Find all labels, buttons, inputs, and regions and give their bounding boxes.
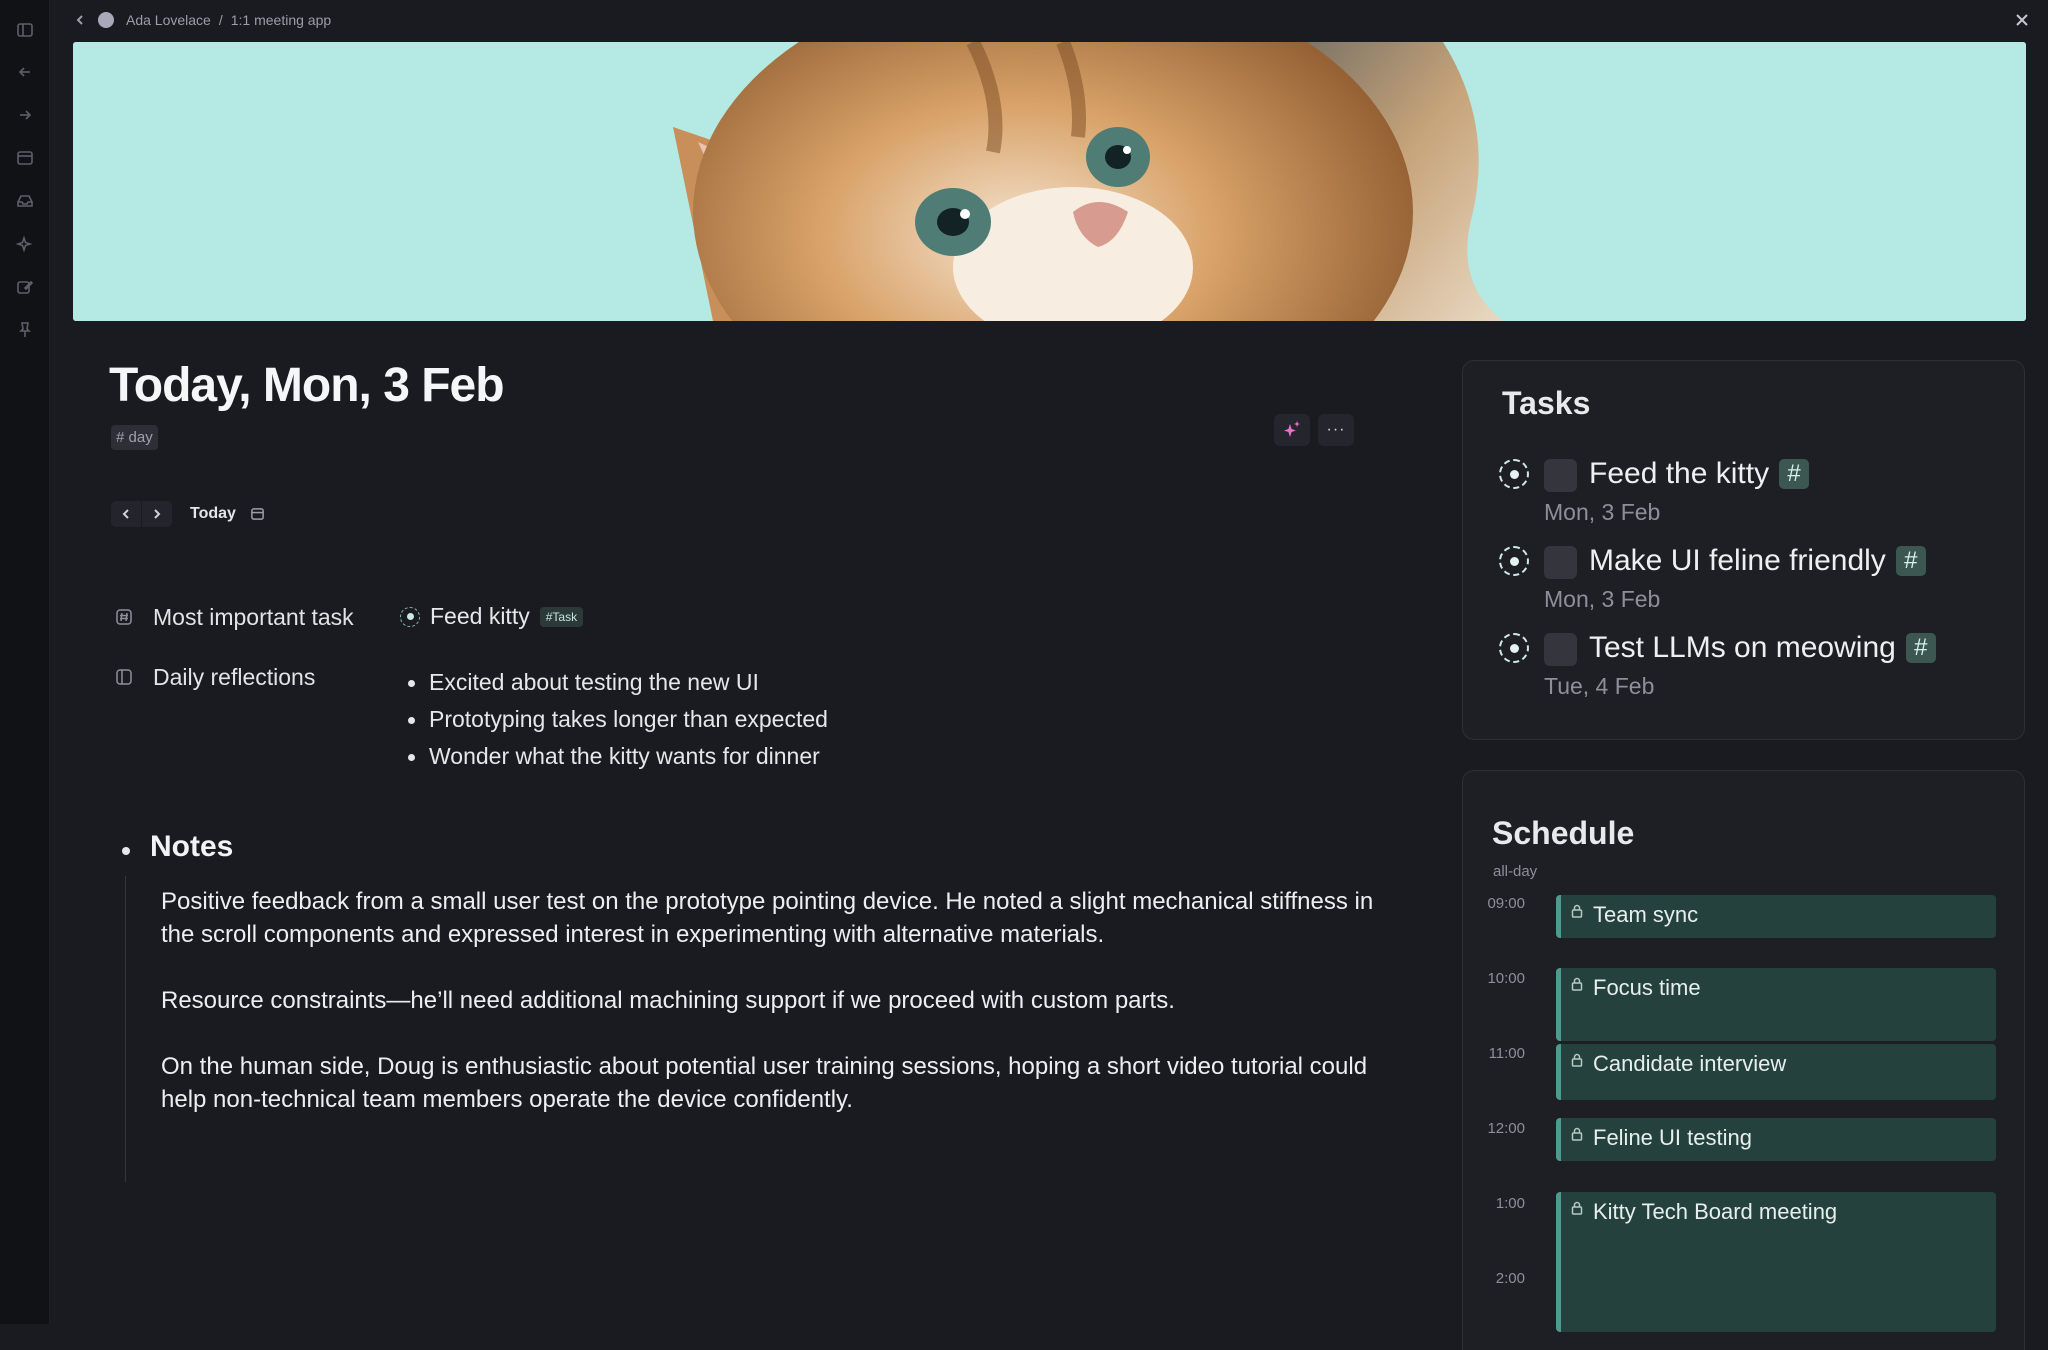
edit-icon[interactable] [13, 275, 37, 299]
chevron-left-icon[interactable] [74, 12, 90, 28]
tasks-panel: Tasks Feed the kitty # Mon, 3 Feb Make UI… [1462, 360, 2025, 740]
task-checkbox[interactable] [1544, 546, 1577, 579]
pin-icon[interactable] [13, 318, 37, 342]
all-day-label: all-day [1493, 863, 1538, 880]
hour-label: 12:00 [1487, 1120, 1525, 1137]
list-item[interactable]: Wonder what the kitty wants for dinner [408, 738, 828, 775]
task-tag[interactable]: #Task [539, 606, 584, 627]
property-label: Most important task [153, 604, 354, 630]
sidebar-toggle-icon[interactable] [13, 18, 37, 42]
hash-tag-button[interactable]: # [1779, 459, 1810, 489]
property-daily-reflections: Daily reflections [115, 664, 315, 691]
hour-label: 1:00 [1495, 1195, 1525, 1212]
task-date: Tue, 4 Feb [1544, 673, 1655, 699]
arrow-left-icon[interactable] [13, 60, 37, 84]
calendar-event[interactable]: Team sync [1556, 895, 1996, 938]
event-title[interactable]: Feline UI testing [1593, 1125, 1752, 1151]
sparkle-icon[interactable] [13, 232, 37, 256]
list-item[interactable]: Prototyping takes longer than expected [408, 701, 828, 738]
task-title[interactable]: Feed kitty [430, 603, 530, 630]
breadcrumb-page[interactable]: 1:1 meeting app [231, 12, 331, 28]
hour-label: 10:00 [1487, 970, 1525, 987]
notes-body[interactable]: Positive feedback from a small user test… [161, 885, 1381, 1149]
task-date: Mon, 3 Feb [1544, 499, 1661, 525]
previous-day-button[interactable] [111, 501, 141, 527]
notes-heading[interactable]: Notes [150, 830, 233, 864]
schedule-title: Schedule [1492, 815, 1635, 851]
task-date: Mon, 3 Feb [1544, 586, 1661, 612]
calendar-event[interactable]: Focus time [1556, 968, 1996, 1041]
task-checkbox[interactable] [1544, 633, 1577, 666]
hour-label: 2:00 [1495, 1270, 1525, 1287]
event-title[interactable]: Candidate interview [1593, 1051, 1786, 1077]
notes-bullet[interactable] [122, 847, 130, 855]
arrow-right-icon[interactable] [13, 103, 37, 127]
hour-label: 09:00 [1487, 895, 1525, 912]
lock-icon [1571, 1053, 1583, 1067]
calendar-event[interactable]: Candidate interview [1556, 1044, 1996, 1100]
task-title[interactable]: Feed the kitty # [1589, 457, 1810, 491]
chevron-left-icon [122, 509, 129, 519]
calendar-event[interactable]: Feline UI testing [1556, 1118, 1996, 1161]
date-navigation: Today [111, 501, 266, 527]
task-status-icon[interactable] [1499, 546, 1529, 576]
avatar[interactable] [98, 12, 114, 28]
tasks-title: Tasks [1502, 385, 1591, 421]
event-title[interactable]: Team sync [1593, 902, 1698, 928]
next-day-button[interactable] [142, 501, 172, 527]
breadcrumb-separator: / [218, 12, 223, 28]
today-button[interactable]: Today [190, 505, 236, 523]
lock-icon [1571, 1127, 1583, 1141]
day-tag[interactable]: # day [111, 425, 158, 450]
property-most-important-task: Most important task [115, 604, 354, 631]
lock-icon [1571, 977, 1583, 991]
calendar-event[interactable]: Kitty Tech Board meeting [1556, 1192, 1996, 1332]
inbox-icon[interactable] [13, 189, 37, 213]
cover-image [73, 42, 2026, 321]
top-bar: Ada Lovelace / 1:1 meeting app [50, 0, 2048, 40]
task-checkbox[interactable] [1544, 459, 1577, 492]
most-important-task-value[interactable]: Feed kitty #Task [400, 603, 584, 630]
page-title: Today, Mon, 3 Feb [109, 359, 505, 412]
reflections-list: Excited about testing the new UI Prototy… [408, 664, 828, 775]
notes-indent-guide [125, 876, 126, 1182]
chevron-right-icon [154, 509, 161, 519]
notes-paragraph[interactable]: Positive feedback from a small user test… [161, 885, 1381, 951]
lock-icon [1571, 904, 1583, 918]
hash-tag-button[interactable]: # [1905, 633, 1936, 663]
breadcrumb-user[interactable]: Ada Lovelace [126, 12, 211, 28]
list-item[interactable]: Excited about testing the new UI [408, 664, 828, 701]
task-title[interactable]: Make UI feline friendly # [1589, 544, 1926, 578]
event-title[interactable]: Kitty Tech Board meeting [1593, 1199, 1837, 1225]
left-rail [0, 0, 50, 1324]
notes-paragraph[interactable]: Resource constraints—he’ll need addition… [161, 984, 1381, 1017]
event-title[interactable]: Focus time [1593, 975, 1701, 1001]
task-status-icon[interactable] [1499, 459, 1529, 489]
panel-icon [115, 668, 135, 688]
hash-box-icon [115, 608, 135, 628]
ai-assist-button[interactable] [1274, 414, 1310, 446]
close-icon[interactable] [2012, 10, 2032, 30]
schedule-panel: Schedule all-day 09:00 10:00 11:00 12:00… [1462, 770, 2025, 1350]
calendar-icon[interactable] [13, 146, 37, 170]
task-status-icon[interactable] [400, 606, 420, 627]
task-status-icon[interactable] [1499, 633, 1529, 663]
lock-icon [1571, 1201, 1583, 1215]
hash-tag-button[interactable]: # [1895, 546, 1926, 576]
more-options-button[interactable]: ··· [1318, 414, 1354, 446]
property-label: Daily reflections [153, 664, 316, 690]
notes-paragraph[interactable]: On the human side, Doug is enthusiastic … [161, 1050, 1381, 1116]
calendar-icon[interactable] [250, 506, 266, 522]
hour-label: 11:00 [1488, 1045, 1525, 1062]
task-title[interactable]: Test LLMs on meowing # [1589, 631, 1936, 665]
sparkle-icon [1284, 421, 1300, 437]
